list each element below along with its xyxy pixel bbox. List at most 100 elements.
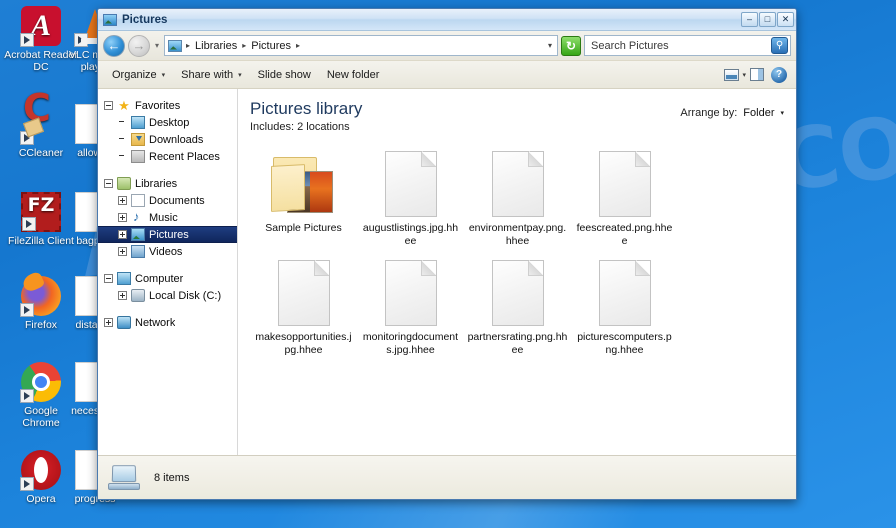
local-disk-c-icon (131, 289, 145, 302)
file-name-label: makesopportunities.jpg.hhee (255, 331, 352, 356)
tree-group-favorites: ★ Favorites Desktop Downloads Recent Places (98, 97, 237, 165)
music-icon (131, 209, 145, 224)
file-name-label: feescreated.png.hhee (576, 222, 673, 247)
command-toolbar: Organize ▾ Share with ▾ Slide show New f… (98, 61, 796, 89)
network-icon (117, 316, 131, 329)
blank-document-icon (598, 260, 651, 326)
expand-icon[interactable] (118, 213, 127, 222)
sidebar-item-label: Music (149, 211, 178, 224)
organize-button[interactable]: Organize ▾ (104, 66, 173, 84)
new-folder-button[interactable]: New folder (319, 66, 388, 84)
sidebar-item-favorites[interactable]: ★ Favorites (98, 97, 237, 114)
expand-icon[interactable] (118, 196, 127, 205)
arrange-by-value[interactable]: Folder (743, 107, 774, 119)
status-bar: 8 items (98, 455, 796, 499)
back-button[interactable]: ← (103, 34, 125, 57)
slide-show-button[interactable]: Slide show (250, 66, 319, 84)
sidebar-item-desktop[interactable]: Desktop (98, 114, 237, 131)
sidebar-item-label: Desktop (149, 116, 190, 129)
file-thumbnail (592, 256, 658, 326)
window-body: ★ Favorites Desktop Downloads Recent Places L… (98, 89, 796, 455)
help-button[interactable]: ? (770, 66, 788, 83)
maximize-button[interactable]: □ (759, 12, 776, 27)
breadcrumb-separator-icon[interactable]: ▸ (294, 41, 302, 50)
blank-document-icon (384, 151, 437, 217)
view-dropdown-caret-icon[interactable]: ▾ (742, 71, 746, 79)
videos-icon (131, 245, 145, 258)
sidebar-item-label: Network (135, 316, 176, 329)
file-item[interactable]: makesopportunities.jpg.hhee (250, 252, 357, 361)
downloads-icon (131, 133, 145, 146)
window-titlebar[interactable]: Pictures – □ ✕ (98, 9, 796, 31)
desktop: Acrobat Reader DCVLC media playerCCleane… (0, 0, 896, 528)
close-button[interactable]: ✕ (777, 12, 794, 27)
shortcut-arrow-icon (20, 33, 34, 47)
desktop-icon-google-chrome-glyph (20, 362, 61, 403)
file-list-pane[interactable]: Pictures library Includes: 2 locations A… (238, 89, 796, 455)
collapse-icon[interactable] (104, 274, 113, 283)
desktop-icon-firefox-glyph (20, 276, 61, 317)
sidebar-item-computer[interactable]: Computer (98, 270, 237, 287)
search-box[interactable]: Search Pictures ⚲ (584, 35, 791, 56)
address-bar: ← → ▾ ▸ Libraries ▸ Pictures ▸ ▾ ↻ Searc… (98, 31, 796, 61)
file-thumbnail (592, 147, 658, 217)
file-thumbnail (378, 147, 444, 217)
expand-icon[interactable] (118, 291, 127, 300)
share-with-button[interactable]: Share with ▾ (173, 66, 250, 84)
breadcrumb-libraries[interactable]: Libraries (194, 40, 238, 52)
folder-item[interactable]: Sample Pictures (250, 143, 357, 252)
sidebar-item-libraries[interactable]: Libraries (98, 175, 237, 192)
breadcrumb-separator-icon[interactable]: ▸ (184, 41, 192, 50)
desktop-icon-acrobat-reader-glyph (20, 6, 61, 47)
preview-pane-button[interactable] (748, 67, 766, 83)
file-name-label: Sample Pictures (265, 222, 342, 234)
pictures-icon (131, 228, 145, 241)
breadcrumb[interactable]: ▸ Libraries ▸ Pictures ▸ ▾ (164, 35, 558, 56)
collapse-icon[interactable] (104, 179, 113, 188)
computer-icon (117, 272, 131, 285)
arrange-by-control[interactable]: Arrange by: Folder ▾ (680, 99, 784, 119)
file-item[interactable]: augustlistings.jpg.hhee (357, 143, 464, 252)
chevron-down-icon[interactable]: ▾ (780, 109, 784, 117)
tree-spacer (118, 152, 127, 161)
refresh-button[interactable]: ↻ (561, 35, 581, 56)
search-icon[interactable]: ⚲ (771, 37, 788, 54)
file-item[interactable]: feescreated.png.hhee (571, 143, 678, 252)
shortcut-arrow-icon (20, 131, 34, 145)
recent-pages-caret-icon[interactable]: ▾ (153, 41, 161, 50)
folder-icon (270, 151, 337, 217)
sidebar-item-local-disk-c[interactable]: Local Disk (C:) (98, 287, 237, 304)
search-input[interactable]: Search Pictures (591, 40, 771, 52)
sidebar-item-music[interactable]: Music (98, 209, 237, 226)
expand-icon[interactable] (118, 247, 127, 256)
file-item[interactable]: partnersrating.png.hhee (464, 252, 571, 361)
sidebar-item-label: Pictures (149, 228, 189, 241)
expand-icon[interactable] (104, 318, 113, 327)
sidebar-item-downloads[interactable]: Downloads (98, 131, 237, 148)
sidebar-item-documents[interactable]: Documents (98, 192, 237, 209)
file-item[interactable]: picturescomputers.png.hhee (571, 252, 678, 361)
sidebar-item-network[interactable]: Network (98, 314, 237, 331)
sidebar-item-videos[interactable]: Videos (98, 243, 237, 260)
minimize-button[interactable]: – (741, 12, 758, 27)
tree-group-computer: Computer Local Disk (C:) (98, 270, 237, 304)
chevron-down-icon: ▾ (161, 71, 166, 79)
desktop-icon-ccleaner-glyph (20, 102, 61, 145)
file-item[interactable]: monitoringdocuments.jpg.hhee (357, 252, 464, 361)
recent-places-icon (131, 150, 145, 163)
expand-icon[interactable] (118, 230, 127, 239)
sidebar-item-pictures[interactable]: Pictures (98, 226, 237, 243)
shortcut-arrow-icon (22, 217, 36, 231)
address-dropdown-caret-icon[interactable]: ▾ (546, 41, 554, 50)
shortcut-arrow-icon (20, 477, 34, 491)
file-thumbnail (485, 256, 551, 326)
file-item[interactable]: environmentpay.png.hhee (464, 143, 571, 252)
breadcrumb-pictures[interactable]: Pictures (250, 40, 292, 52)
forward-button[interactable]: → (128, 34, 150, 57)
collapse-icon[interactable] (104, 101, 113, 110)
breadcrumb-separator-icon[interactable]: ▸ (240, 41, 248, 50)
file-name-label: environmentpay.png.hhee (468, 222, 567, 247)
change-view-button[interactable] (722, 67, 740, 83)
sidebar-item-recent-places[interactable]: Recent Places (98, 148, 237, 165)
navigation-pane: ★ Favorites Desktop Downloads Recent Places L… (98, 89, 238, 455)
